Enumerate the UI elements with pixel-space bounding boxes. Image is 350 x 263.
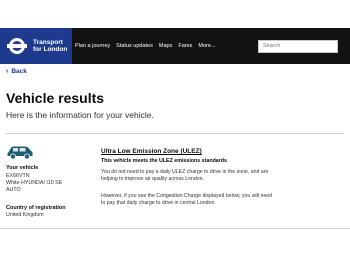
ulez-status: This vehicle meets the ULEZ emissions st… — [101, 158, 227, 164]
back-label: Back — [11, 68, 27, 75]
your-vehicle-label: Your vehicle — [6, 165, 39, 171]
nav-maps[interactable]: Maps — [159, 43, 172, 49]
ulez-paragraph-2: However, if you see the Congestion Charg… — [101, 193, 341, 207]
nav-fares[interactable]: Fares — [178, 43, 192, 49]
section-divider — [0, 228, 350, 229]
country-value: United Kingdom — [6, 212, 44, 218]
logo-line1: Transport — [33, 38, 63, 46]
tfl-logo[interactable]: Transport for London — [0, 28, 72, 64]
ulez-para2-line2: to pay that daily charge to drive in cen… — [101, 200, 216, 206]
nav-status-updates[interactable]: Status updates — [116, 43, 153, 49]
page-subtitle: Here is the information for your vehicle… — [6, 110, 154, 120]
ulez-paragraph-1: You do not need to pay a daily ULEZ char… — [101, 169, 341, 183]
country-label: Country of registration — [6, 205, 66, 211]
back-link[interactable]: ‹ Back — [6, 68, 27, 75]
ulez-para2-line1: However, if you see the Congestion Charg… — [101, 193, 273, 199]
nav-more[interactable]: More... — [198, 43, 215, 49]
roundel-icon — [7, 36, 27, 56]
logo-line2: for London — [33, 46, 68, 53]
page-title: Vehicle results — [6, 90, 105, 106]
logo-text: Transport for London — [33, 39, 67, 54]
search-input[interactable]: Search — [258, 40, 338, 53]
vehicle-registration: EX66VTN — [6, 173, 30, 179]
vehicle-transmission: AUTO — [6, 187, 21, 193]
ulez-title[interactable]: Ultra Low Emission Zone (ULEZ) — [101, 148, 202, 155]
nav-plan-journey[interactable]: Plan a journey — [75, 43, 110, 49]
main-nav: Plan a journey Status updates Maps Fares… — [75, 28, 222, 64]
vehicle-description: White HYUNDAI I10 SE — [6, 180, 63, 186]
divider — [6, 133, 344, 134]
chevron-left-icon: ‹ — [6, 68, 9, 75]
ulez-para1-line2: helping to improve air quality across Lo… — [101, 176, 204, 182]
car-icon — [7, 146, 33, 160]
ulez-para1-line1: You do not need to pay a daily ULEZ char… — [101, 169, 269, 175]
